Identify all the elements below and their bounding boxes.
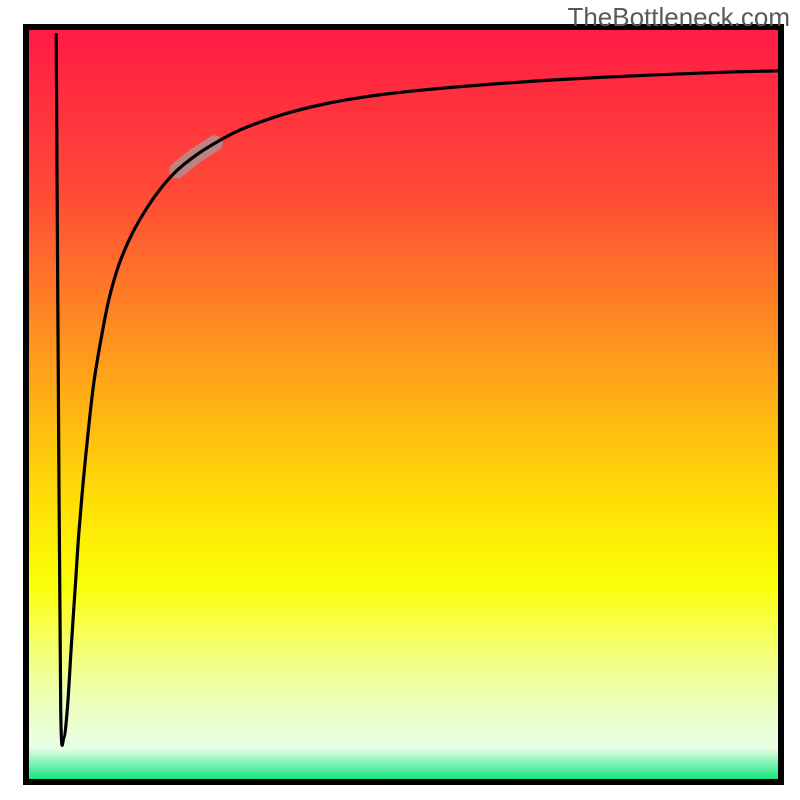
watermark-text: TheBottleneck.com [567,2,790,33]
chart-container: TheBottleneck.com [0,0,800,800]
gradient-background [26,27,781,782]
bottleneck-chart [0,0,800,800]
